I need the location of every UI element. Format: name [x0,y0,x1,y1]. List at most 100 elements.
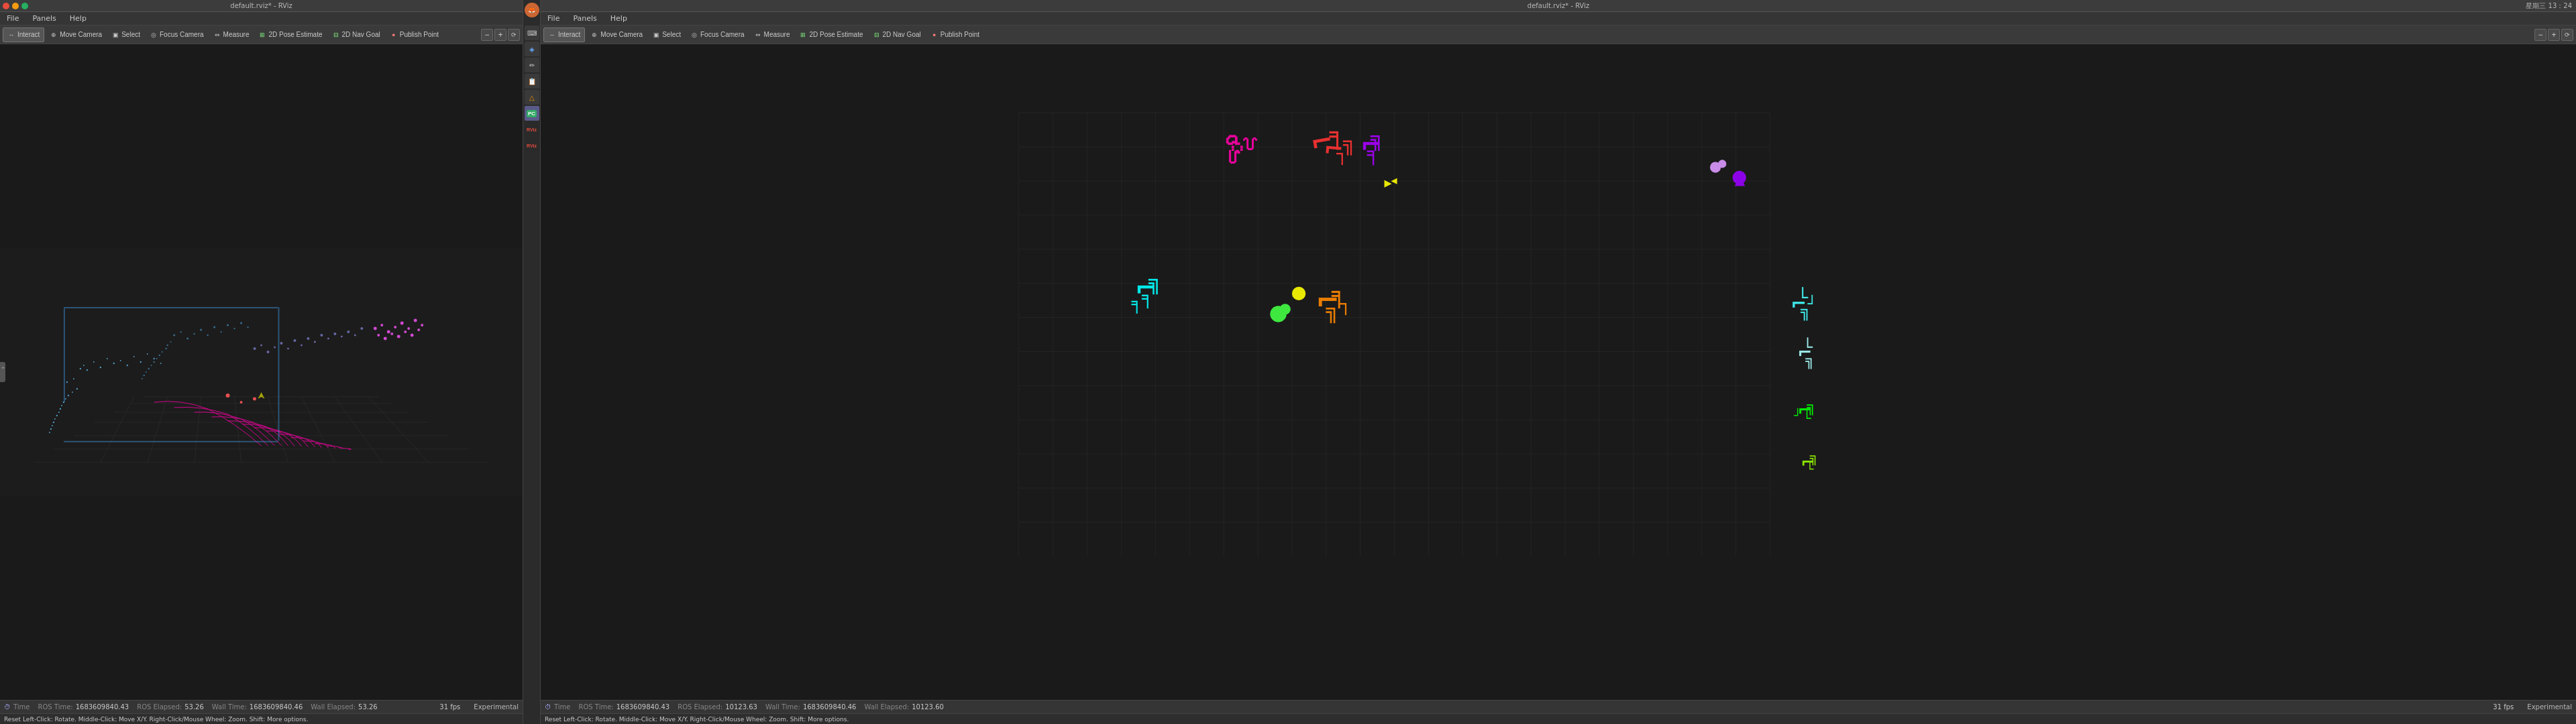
svg-point-55 [233,328,235,329]
svg-rect-110 [541,44,2576,699]
svg-point-16 [80,368,81,369]
right-menu-panels[interactable]: Panels [570,14,599,23]
publish-point-button-left[interactable]: ● Publish Point [386,27,443,42]
close-button[interactable] [3,3,9,9]
svg-rect-103 [64,307,278,308]
fps-counter: 31 fps [439,703,460,711]
left-title-bar: default.rviz* - RViz [0,0,523,12]
editor-btn[interactable]: ✏ [525,58,539,72]
right-toolbar: ↔ Interact ⊕ Move Camera ▣ Select ◎ Focu… [541,25,2576,44]
pc-icon: PC [527,110,537,117]
pose-estimate-button[interactable]: ⊞ 2D Pose Estimate [254,27,326,42]
right-interact-button[interactable]: ↔ Interact [543,27,585,42]
right-wall-elapsed: Wall Elapsed: 10123.60 [864,703,943,711]
rviz1-btn[interactable]: RViz [525,122,539,137]
rviz2-icon: RViz [527,143,537,148]
menu-panels[interactable]: Panels [30,14,58,23]
focus-camera-icon: ◎ [150,31,158,39]
right-move-camera-icon: ⊕ [590,31,598,39]
right-experimental-label: Experimental [2527,703,2572,711]
left-window-title: default.rviz* - RViz [230,2,292,9]
svg-point-61 [162,351,163,353]
right-pose-estimate-icon: ⊞ [799,31,807,39]
svg-point-54 [227,324,229,326]
maximize-button[interactable] [21,3,28,9]
rviz2-btn[interactable]: RViz [525,138,539,153]
select-button[interactable]: ▣ Select [107,27,144,42]
svg-rect-102 [64,308,65,402]
right-select-button[interactable]: ▣ Select [648,27,685,42]
svg-point-96 [384,337,387,341]
svg-point-17 [83,365,85,366]
right-zoom-minus-button[interactable]: − [2534,29,2546,41]
left-viewport[interactable]: › [0,44,523,700]
zoom-plus-button[interactable]: + [494,29,506,41]
right-status-bar: ⏱ Time ROS Time: 1683609840.43 ROS Elaps… [541,700,2576,713]
svg-point-40 [56,415,58,416]
svg-point-75 [287,348,289,350]
svg-point-47 [180,331,181,333]
svg-point-32 [76,388,78,389]
right-pose-estimate-button[interactable]: ⊞ 2D Pose Estimate [795,27,867,42]
right-focus-camera-button[interactable]: ◎ Focus Camera [686,27,749,42]
svg-point-87 [374,327,377,330]
right-move-camera-button[interactable]: ⊕ Move Camera [586,27,647,42]
svg-point-83 [341,336,343,338]
pycharm-btn[interactable]: PC [525,106,539,121]
document-btn[interactable]: 📋 [525,74,539,88]
right-publish-point-button[interactable]: ● Publish Point [926,27,983,42]
right-measure-button[interactable]: ⇔ Measure [750,27,794,42]
zoom-reset-button[interactable]: ⟳ [508,29,520,41]
measure-button[interactable]: ⇔ Measure [209,27,254,42]
right-interact-icon: ↔ [548,31,556,39]
svg-point-79 [314,341,316,343]
interact-button[interactable]: ↔ Interact [3,27,44,42]
right-publish-point-icon: ● [930,31,938,39]
svg-point-31 [73,378,74,379]
terminal-icon-btn[interactable]: ⌨ [525,25,539,40]
svg-point-20 [100,367,101,368]
svg-text:╕: ╕ [1366,141,1379,166]
firefox-icon-btn[interactable]: 🦊 [525,3,539,17]
svg-point-161 [1718,160,1726,168]
right-nav-goal-button[interactable]: ⊟ 2D Nav Goal [869,27,925,42]
right-zoom-plus-button[interactable]: + [2548,29,2560,41]
svg-point-24 [127,365,128,366]
right-select-icon: ▣ [652,31,660,39]
source-control-btn[interactable]: ◈ [525,42,539,56]
svg-point-58 [166,345,168,346]
focus-camera-button[interactable]: ◎ Focus Camera [146,27,208,42]
svg-point-57 [247,326,248,328]
right-menu-file[interactable]: File [545,14,562,23]
svg-point-59 [170,341,172,343]
zoom-controls: − + ⟳ [481,29,520,41]
svg-point-95 [377,334,380,337]
svg-point-63 [156,358,158,359]
terminal-icon: ⌨ [527,29,537,37]
svg-point-51 [207,335,208,336]
menu-file[interactable]: File [4,14,21,23]
nav-goal-icon: ⊟ [332,31,340,39]
left-edge-toggle[interactable]: › [0,362,5,382]
right-menu-bar: File Panels Help [541,12,2576,25]
analytics-btn[interactable]: △ [525,90,539,105]
zoom-minus-button[interactable]: − [481,29,493,41]
middle-sidebar: 🦊 ⌨ ◈ ✏ 📋 △ PC RViz RViz [523,0,541,724]
right-menu-help[interactable]: Help [608,14,630,23]
svg-point-81 [327,338,329,340]
window-controls [3,3,28,9]
svg-point-69 [142,378,143,379]
right-viewport[interactable]: ꦶ ꒦ ꒥ ⌐ ╕ ⌐ ╗ ┐ ⌐ ╗ ╕ ▸ ◂ [541,44,2576,700]
measure-icon: ⇔ [213,31,221,39]
svg-point-100 [411,334,414,337]
select-icon: ▣ [111,31,119,39]
svg-point-70 [254,347,256,350]
move-camera-button[interactable]: ⊕ Move Camera [46,27,106,42]
svg-text:▲: ▲ [1735,172,1746,188]
minimize-button[interactable] [12,3,19,9]
right-wall-time: Wall Time: 1683609840.46 [765,703,856,711]
menu-help[interactable]: Help [67,14,89,23]
left-menu-bar: File Panels Help [0,12,523,25]
right-zoom-reset-button[interactable]: ⟳ [2561,29,2573,41]
nav-goal-button[interactable]: ⊟ 2D Nav Goal [328,27,384,42]
